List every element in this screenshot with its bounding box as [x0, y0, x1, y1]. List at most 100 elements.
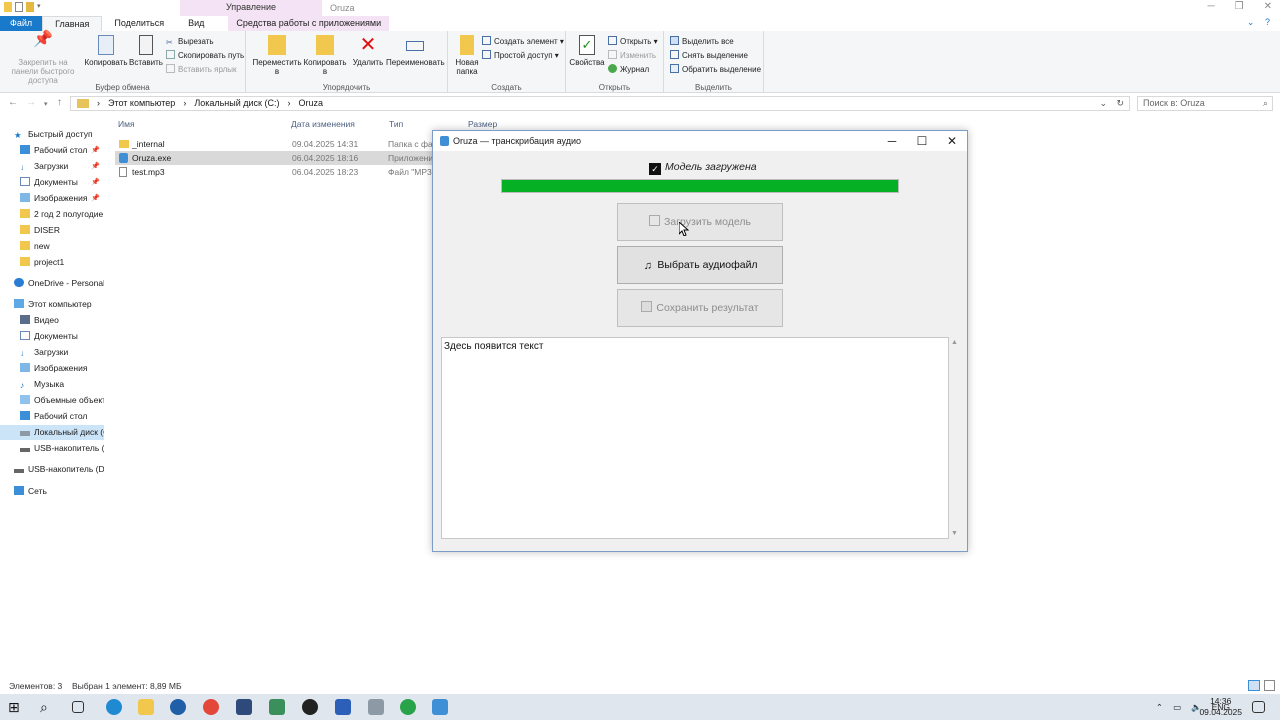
select-none-button[interactable]: Снять выделение [670, 50, 748, 61]
history-button[interactable]: Журнал [608, 64, 649, 75]
nav-3d-objects[interactable]: Объемные объекты [0, 393, 104, 408]
tab-share[interactable]: Поделиться [102, 16, 176, 31]
media-player-icon[interactable] [302, 699, 318, 715]
nav-pictures[interactable]: Изображения 📌 [0, 191, 104, 206]
chevron-down-icon[interactable]: ▾ [37, 2, 43, 12]
breadcrumb-this-pc[interactable]: Этот компьютер [108, 97, 175, 110]
search-icon[interactable]: ⌕ [40, 699, 56, 715]
new-folder-button[interactable]: Новая папка [452, 35, 482, 76]
copy-to-button[interactable]: Копировать в [302, 35, 348, 76]
browser-icon[interactable] [170, 699, 186, 715]
windows-start-icon[interactable]: ⊞ [8, 699, 24, 715]
minimize-icon[interactable]: ─ [877, 131, 907, 151]
close-icon[interactable]: ✕ [937, 131, 967, 151]
minimize-icon[interactable]: ─ [1208, 0, 1215, 14]
up-arrow-icon[interactable]: ↑ [57, 97, 62, 108]
paste-button[interactable]: Вставить [128, 35, 164, 67]
nav-desktop[interactable]: Рабочий стол 📌 [0, 143, 104, 158]
new-folder-icon[interactable] [26, 2, 34, 12]
nav-downloads[interactable]: ↓ Загрузки 📌 [0, 159, 104, 174]
notification-icon[interactable] [1252, 701, 1265, 713]
details-view-icon[interactable] [1248, 680, 1260, 691]
calculator-icon[interactable] [269, 699, 285, 715]
save-result-button[interactable]: Сохранить результат [617, 289, 783, 327]
nav-local-disk[interactable]: Локальный диск (C [0, 425, 104, 440]
edit-button[interactable]: Изменить [608, 50, 656, 61]
file-row[interactable]: test.mp3 06.04.2025 18:23 Файл "MP3" [115, 165, 435, 179]
folder-icon[interactable] [4, 2, 12, 12]
tab-view[interactable]: Вид [176, 16, 216, 31]
clock[interactable]: 14:36 09.04.2025 [1199, 696, 1242, 718]
nav-folder-new[interactable]: new [0, 239, 104, 254]
nav-onedrive[interactable]: OneDrive - Personal [0, 276, 104, 291]
oruza-app-icon[interactable] [432, 699, 448, 715]
properties-icon[interactable] [15, 2, 23, 12]
column-name[interactable]: Имя [118, 119, 135, 129]
nav-pictures-pc[interactable]: Изображения [0, 361, 104, 376]
mail-icon[interactable] [368, 699, 384, 715]
nav-quick-access[interactable]: ★ Быстрый доступ [0, 127, 104, 142]
open-button[interactable]: Открыть ▾ [608, 36, 658, 47]
recent-locations-icon[interactable]: ▾ [44, 100, 48, 108]
chrome-icon[interactable] [203, 699, 219, 715]
column-type[interactable]: Тип [389, 119, 403, 129]
search-input[interactable]: Поиск в: Oruza ⌕ [1137, 96, 1273, 111]
properties-button[interactable]: ✓ Свойства [568, 35, 606, 67]
tab-app-tools[interactable]: Средства работы с приложениями [228, 16, 390, 31]
cut-button[interactable]: ✂ Вырезать [166, 36, 214, 47]
easy-access-button[interactable]: Простой доступ ▾ [482, 50, 559, 61]
output-scrollbar[interactable]: ▲ ▼ [949, 337, 961, 539]
scroll-up-icon[interactable]: ▲ [951, 339, 958, 346]
app-icon[interactable] [236, 699, 252, 715]
copy-path-button[interactable]: Скопировать путь [166, 50, 244, 61]
search-icon[interactable]: ⌕ [1263, 97, 1268, 110]
edge-icon[interactable] [106, 699, 122, 715]
file-row[interactable]: Oruza.exe 06.04.2025 18:16 Приложени [115, 151, 435, 165]
nav-folder-2god[interactable]: 2 год 2 полугодие [0, 207, 104, 222]
rename-button[interactable]: Переименовать [386, 35, 445, 67]
delete-button[interactable]: ✕ Удалить [350, 35, 386, 67]
pin-quick-access-button[interactable]: 📌 Закрепить на панели быстрого доступа [4, 32, 82, 86]
task-view-icon[interactable] [72, 701, 84, 713]
invert-selection-button[interactable]: Обратить выделение [670, 64, 761, 75]
paste-shortcut-button[interactable]: Вставить ярлык [166, 64, 237, 75]
copy-button[interactable]: Копировать [84, 35, 128, 67]
breadcrumb-local-disk[interactable]: Локальный диск (C:) [194, 97, 279, 110]
select-all-button[interactable]: Выделить все [670, 36, 734, 47]
load-model-button[interactable]: Загрузить модель [617, 203, 783, 241]
refresh-icon[interactable]: ↻ [1116, 97, 1124, 110]
nav-this-pc[interactable]: Этот компьютер [0, 297, 104, 312]
chevron-down-icon[interactable]: ⌄ [1247, 17, 1255, 27]
nav-usb-drive-root[interactable]: USB-накопитель (D:) [0, 462, 104, 477]
nav-downloads-pc[interactable]: ↓ Загрузки [0, 345, 104, 360]
nav-documents[interactable]: Документы 📌 [0, 175, 104, 190]
close-icon[interactable]: ✕ [1264, 0, 1272, 14]
column-modified[interactable]: Дата изменения [291, 119, 355, 129]
tab-file[interactable]: Файл [0, 16, 43, 31]
nav-videos[interactable]: Видео [0, 313, 104, 328]
tab-home[interactable]: Главная [42, 16, 103, 31]
large-icons-view-icon[interactable] [1264, 680, 1275, 691]
file-row[interactable]: _internal 09.04.2025 14:31 Папка с фай [115, 137, 438, 151]
maximize-icon[interactable]: ☐ [907, 131, 937, 151]
nav-desktop-pc[interactable]: Рабочий стол [0, 409, 104, 424]
forward-arrow-icon[interactable]: → [26, 97, 36, 108]
network-tray-icon[interactable]: ▭ [1173, 702, 1181, 713]
scroll-down-icon[interactable]: ▼ [951, 530, 958, 537]
nav-usb-drive[interactable]: USB-накопитель (D [0, 441, 104, 456]
nav-documents-pc[interactable]: Документы [0, 329, 104, 344]
column-size[interactable]: Размер [468, 119, 497, 129]
choose-audio-button[interactable]: ♫ Выбрать аудиофайл [617, 246, 783, 284]
chrome-alt-icon[interactable] [400, 699, 416, 715]
address-bar[interactable]: › Этот компьютер › Локальный диск (C:) ›… [70, 96, 1130, 111]
chevron-up-icon[interactable]: ⌃ [1156, 702, 1163, 713]
nav-folder-diser[interactable]: DISER [0, 223, 104, 238]
address-dropdown-icon[interactable]: ⌄ [1099, 97, 1107, 110]
nav-folder-project1[interactable]: project1 [0, 255, 104, 270]
restore-icon[interactable]: ❐ [1235, 0, 1244, 14]
new-item-button[interactable]: Создать элемент ▾ [482, 36, 564, 47]
back-arrow-icon[interactable]: ← [8, 97, 18, 108]
transcription-output[interactable]: Здесь появится текст [441, 337, 949, 539]
move-to-button[interactable]: Переместить в [252, 35, 302, 76]
file-explorer-icon[interactable] [138, 699, 154, 715]
